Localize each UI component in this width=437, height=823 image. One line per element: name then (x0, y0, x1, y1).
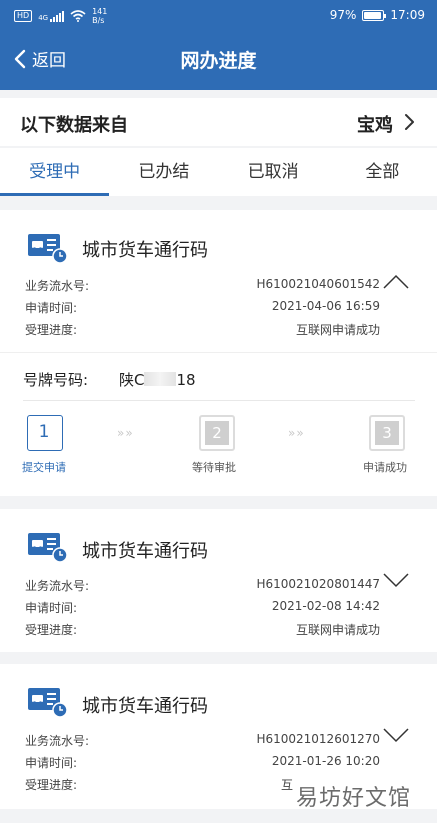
wifi-icon (70, 10, 86, 22)
plate-row: 号牌号码: 陕C 18 (0, 352, 437, 404)
nav-header: 返回 网办进度 (0, 32, 437, 86)
card-title: 城市货车通行码 (82, 240, 208, 261)
network-speed: 141 B/s (92, 7, 107, 25)
tab-cancelled[interactable]: 已取消 (219, 148, 328, 196)
application-card[interactable]: 城市货车通行码 业务流水号: H610021020801447 申请时间: 20… (0, 509, 437, 652)
tab-processing[interactable]: 受理中 (0, 148, 110, 196)
apply-time-row: 申请时间: 2021-01-26 10:20 (25, 754, 380, 774)
serial-value: H610021040601542 (256, 277, 380, 291)
apply-time-label: 申请时间: (25, 301, 78, 315)
status-tabs: 受理中 已办结 已取消 全部 (0, 148, 437, 196)
serial-value: H610021020801447 (256, 577, 380, 591)
step-number: 1 (32, 420, 56, 444)
step-review-label: 等待审批 (192, 461, 236, 474)
progress-value: 互联网申请成功 (295, 623, 380, 637)
apply-time-value: 2021-02-08 14:42 (271, 599, 380, 613)
truck-license-icon (28, 234, 68, 264)
source-label: 以下数据来自 (20, 115, 128, 136)
progress-value: 互 (281, 778, 294, 792)
network-generation: 4G (38, 13, 49, 22)
progress-row: 受理进度: 互联网申请成功 (25, 621, 380, 641)
serial-row: 业务流水号: H610021020801447 (25, 577, 380, 597)
progress-label: 受理进度: (25, 623, 78, 637)
serial-label: 业务流水号: (25, 279, 90, 293)
serial-row: 业务流水号: H610021040601542 (25, 277, 380, 297)
progress-label: 受理进度: (25, 323, 78, 337)
tab-label: 已办结 (138, 162, 190, 182)
battery-percent: 97% (329, 8, 357, 22)
chevron-up-icon[interactable] (383, 274, 409, 290)
divider (23, 400, 415, 401)
apply-time-label: 申请时间: (25, 601, 78, 615)
plate-value: 陕C 18 (119, 369, 196, 390)
step-submit-label: 提交申请 (22, 461, 66, 474)
serial-row: 业务流水号: H610021012601270 (25, 732, 380, 752)
page-title: 网办进度 (180, 50, 257, 72)
step-success-label: 申请成功 (363, 461, 407, 474)
apply-time-row: 申请时间: 2021-02-08 14:42 (25, 599, 380, 619)
status-bar: HD 4G 141 B/s 97% 17:09 (0, 0, 437, 32)
application-card[interactable]: 城市货车通行码 业务流水号: H610021040601542 申请时间: 20… (0, 210, 437, 496)
card-title: 城市货车通行码 (82, 541, 208, 562)
battery-icon (362, 9, 387, 21)
chevron-right-icon (405, 114, 414, 130)
progress-value: 互联网申请成功 (295, 323, 380, 337)
clock: 17:09 (390, 8, 425, 22)
plate-prefix: 陕C (119, 371, 145, 389)
speed-unit: B/s (92, 16, 105, 25)
plate-label: 号牌号码: (23, 371, 89, 389)
tab-completed[interactable]: 已办结 (109, 148, 218, 196)
tab-all[interactable]: 全部 (328, 148, 437, 196)
truck-license-icon (28, 688, 68, 718)
progress-row: 受理进度: 互联网申请成功 (25, 321, 380, 341)
tab-label: 全部 (365, 162, 400, 182)
chevron-down-icon[interactable] (383, 572, 409, 588)
step-number: 2 (205, 421, 229, 445)
step-submit: 1 (27, 415, 63, 451)
signal-icon: 4G (38, 10, 65, 22)
tab-label: 已取消 (247, 162, 299, 182)
plate-mask (144, 372, 177, 386)
hd-indicator: HD (14, 10, 33, 22)
step-number: 3 (375, 421, 399, 445)
plate-suffix: 18 (176, 371, 196, 389)
top-bar: HD 4G 141 B/s 97% 17:09 返回 网办进度 (0, 0, 437, 90)
source-city: 宝鸡 (357, 115, 393, 136)
apply-time-value: 2021-01-26 10:20 (271, 754, 380, 768)
serial-value: H610021012601270 (256, 732, 380, 746)
truck-license-icon (28, 533, 68, 563)
progress-label: 受理进度: (25, 778, 78, 792)
chevron-down-icon[interactable] (383, 727, 409, 743)
apply-time-value: 2021-04-06 16:59 (271, 299, 380, 313)
step-arrows: »» (117, 426, 134, 440)
apply-time-row: 申请时间: 2021-04-06 16:59 (25, 299, 380, 319)
data-source-row[interactable]: 以下数据来自 宝鸡 (0, 98, 437, 146)
step-arrows: »» (288, 426, 305, 440)
tab-label: 受理中 (29, 162, 81, 182)
step-success: 3 (369, 415, 405, 451)
step-review: 2 (199, 415, 235, 451)
serial-label: 业务流水号: (25, 734, 90, 748)
card-title: 城市货车通行码 (82, 696, 208, 717)
watermark: 易坊好文馆 (295, 786, 411, 811)
speed-value: 141 (92, 7, 108, 16)
serial-label: 业务流水号: (25, 579, 90, 593)
apply-time-label: 申请时间: (25, 756, 78, 770)
